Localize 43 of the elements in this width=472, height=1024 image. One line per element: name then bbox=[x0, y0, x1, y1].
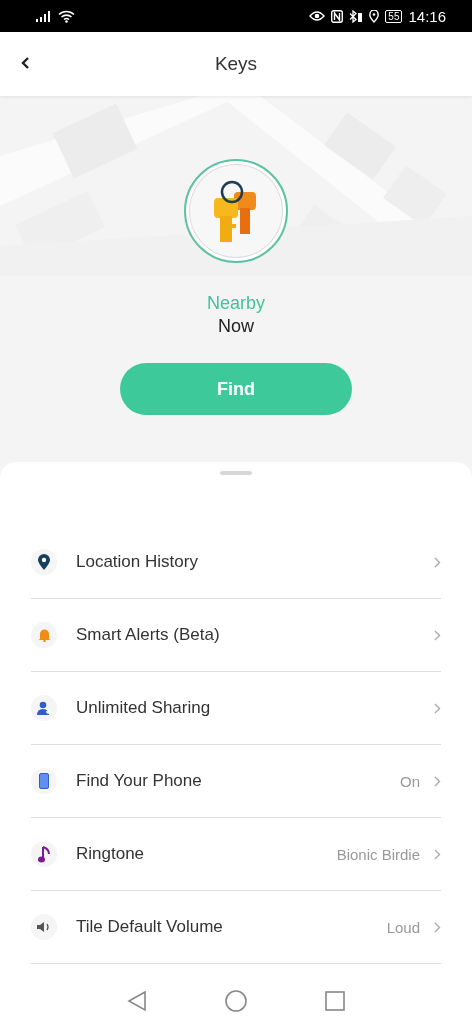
last-seen-time: Now bbox=[218, 316, 254, 337]
menu-item[interactable]: Find Your Phone On bbox=[31, 745, 441, 818]
menu-item[interactable]: Smart Alerts (Beta) bbox=[31, 599, 441, 672]
menu-item[interactable]: Ringtone Bionic Birdie bbox=[31, 818, 441, 891]
signal-icon bbox=[36, 10, 52, 22]
menu-label: Unlimited Sharing bbox=[76, 698, 212, 718]
menu-label: Location History bbox=[76, 552, 199, 572]
bell-icon bbox=[37, 628, 51, 642]
chevron-right-icon bbox=[434, 556, 441, 568]
menu-label: Ringtone bbox=[76, 844, 146, 864]
chevron-right-icon bbox=[434, 629, 441, 641]
menu-label: Find Your Phone bbox=[76, 771, 203, 791]
menu-item[interactable]: Unlimited Sharing bbox=[31, 672, 441, 745]
menu-item[interactable]: Location History bbox=[31, 526, 441, 599]
speaker-icon bbox=[37, 922, 51, 932]
wifi-icon bbox=[58, 9, 75, 23]
chevron-right-icon bbox=[434, 921, 441, 933]
menu-label: Smart Alerts (Beta) bbox=[76, 625, 221, 645]
menu-item[interactable]: Tile Default Volume Loud bbox=[31, 891, 441, 964]
menu-value: Loud bbox=[386, 918, 420, 936]
clock-time: 14:16 bbox=[408, 7, 446, 25]
back-nav-icon[interactable] bbox=[127, 990, 147, 1012]
home-nav-icon[interactable] bbox=[225, 990, 247, 1012]
phone-icon bbox=[39, 773, 49, 789]
recents-nav-icon[interactable] bbox=[325, 991, 345, 1011]
chevron-right-icon bbox=[434, 702, 441, 714]
chevron-left-icon bbox=[20, 56, 30, 70]
person-add-icon bbox=[37, 701, 51, 715]
menu-label: Tile Default Volume bbox=[76, 917, 224, 937]
battery-level: 55 bbox=[385, 9, 403, 23]
menu-value: On bbox=[400, 772, 420, 790]
chevron-right-icon bbox=[434, 775, 441, 787]
location-pin-icon bbox=[38, 554, 50, 570]
music-note-icon bbox=[38, 845, 50, 863]
screen-title: Keys bbox=[214, 53, 258, 75]
nfc-icon bbox=[331, 9, 344, 23]
proximity-status: Nearby bbox=[207, 293, 265, 314]
location-icon bbox=[369, 9, 380, 23]
menu-value: Bionic Birdie bbox=[336, 845, 420, 863]
bluetooth-icon bbox=[349, 9, 364, 23]
drag-handle[interactable] bbox=[220, 471, 252, 475]
eye-icon bbox=[309, 10, 326, 22]
chevron-right-icon bbox=[434, 848, 441, 860]
